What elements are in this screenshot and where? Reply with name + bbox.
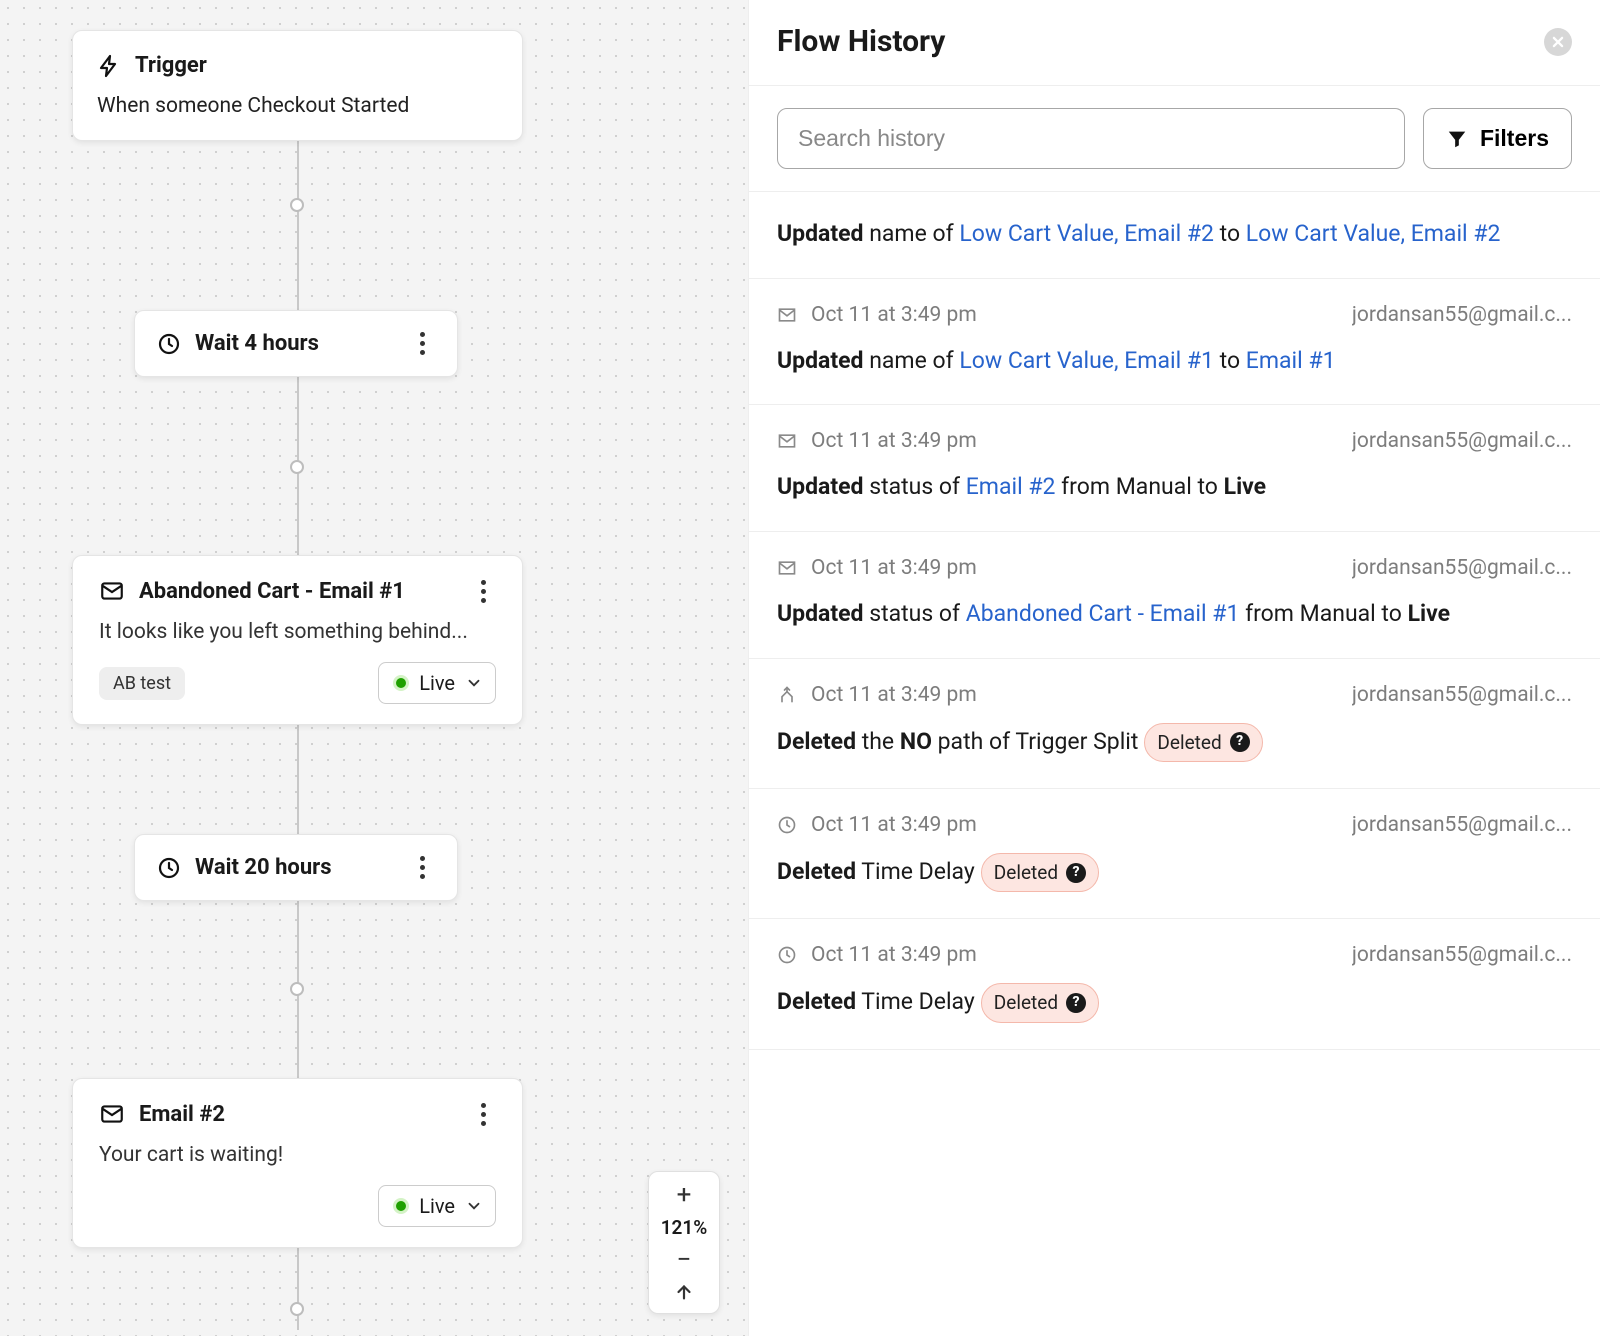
wait-label: Wait 20 hours [195, 855, 332, 880]
history-timestamp: Oct 11 at 3:49 pm [811, 943, 977, 967]
chevron-down-icon [465, 674, 483, 692]
history-item[interactable]: Oct 11 at 3:49 pm jordansan55@gmail.c... D… [749, 659, 1600, 789]
history-text: Updated status of Email #2 from Manual t… [777, 469, 1572, 505]
history-link[interactable]: Low Cart Value, Email #2 [1246, 220, 1501, 247]
history-text: Updated status of Abandoned Cart - Email… [777, 596, 1572, 632]
wait-card[interactable]: Wait 20 hours [134, 834, 458, 901]
email-title: Email #2 [139, 1102, 225, 1127]
status-dropdown[interactable]: Live [378, 1185, 496, 1227]
status-dropdown[interactable]: Live [378, 662, 496, 704]
history-timestamp: Oct 11 at 3:49 pm [811, 683, 977, 707]
email-title: Abandoned Cart - Email #1 [139, 579, 405, 604]
history-link[interactable]: Low Cart Value, Email #2 [959, 220, 1214, 247]
close-button[interactable] [1544, 28, 1572, 56]
mail-icon [99, 578, 125, 604]
status-label: Live [419, 1194, 455, 1218]
connector-dot [290, 460, 304, 474]
filters-button[interactable]: Filters [1423, 108, 1572, 169]
help-icon[interactable]: ? [1230, 732, 1250, 752]
history-text: Updated name of Low Cart Value, Email #1… [777, 343, 1572, 379]
wait-card[interactable]: Wait 4 hours [134, 310, 458, 377]
history-meta: Oct 11 at 3:49 pm jordansan55@gmail.c... [777, 429, 1572, 453]
history-user: jordansan55@gmail.c... [1352, 556, 1572, 580]
more-menu-button[interactable] [470, 1103, 496, 1126]
mail-icon [777, 558, 797, 578]
history-item[interactable]: Oct 11 at 3:49 pm jordansan55@gmail.c... U… [749, 405, 1600, 532]
email-card[interactable]: Email #2 Your cart is waiting! Live [72, 1078, 523, 1248]
mail-icon [777, 431, 797, 451]
history-user: jordansan55@gmail.c... [1352, 943, 1572, 967]
history-link[interactable]: Email #1 [1246, 347, 1336, 374]
zoom-out-button[interactable]: − [677, 1247, 692, 1273]
history-link[interactable]: Abandoned Cart - Email #1 [966, 600, 1240, 627]
deleted-badge: Deleted? [981, 983, 1099, 1022]
connector-dot [290, 982, 304, 996]
live-indicator-icon [393, 1198, 409, 1214]
history-item[interactable]: Oct 11 at 3:49 pm jordansan55@gmail.c... D… [749, 789, 1600, 919]
history-timestamp: Oct 11 at 3:49 pm [811, 813, 977, 837]
filters-label: Filters [1480, 125, 1549, 152]
history-item[interactable]: Oct 11 at 3:49 pm jordansan55@gmail.c... U… [749, 532, 1600, 659]
trigger-title: Trigger [135, 53, 207, 78]
clock-icon [777, 815, 797, 835]
history-meta: Oct 11 at 3:49 pm jordansan55@gmail.c... [777, 943, 1572, 967]
history-user: jordansan55@gmail.c... [1352, 683, 1572, 707]
email-preview: Your cart is waiting! [99, 1143, 496, 1167]
connector-dot [290, 198, 304, 212]
history-item[interactable]: Updated name of Low Cart Value, Email #2… [749, 192, 1600, 279]
clock-icon [157, 332, 181, 356]
flow-canvas[interactable]: Trigger When someone Checkout Started Wa… [0, 0, 748, 1336]
history-text: Deleted Time DelayDeleted? [777, 983, 1572, 1022]
email-card[interactable]: Abandoned Cart - Email #1 It looks like … [72, 555, 523, 725]
more-menu-button[interactable] [470, 580, 496, 603]
search-input[interactable] [777, 108, 1405, 169]
history-list[interactable]: Updated name of Low Cart Value, Email #2… [749, 192, 1600, 1336]
zoom-in-button[interactable]: + [677, 1182, 692, 1208]
bolt-icon [97, 54, 121, 78]
history-timestamp: Oct 11 at 3:49 pm [811, 429, 977, 453]
history-text: Updated name of Low Cart Value, Email #2… [777, 216, 1572, 252]
reset-view-button[interactable] [673, 1281, 695, 1303]
trigger-description: When someone Checkout Started [97, 94, 498, 118]
history-link[interactable]: Low Cart Value, Email #1 [959, 347, 1214, 374]
history-meta: Oct 11 at 3:49 pm jordansan55@gmail.c... [777, 556, 1572, 580]
help-icon[interactable]: ? [1066, 863, 1086, 883]
zoom-controls: + 121% − [648, 1171, 720, 1314]
history-meta: Oct 11 at 3:49 pm jordansan55@gmail.c... [777, 303, 1572, 327]
more-menu-button[interactable] [409, 856, 435, 879]
split-icon [777, 685, 797, 705]
history-timestamp: Oct 11 at 3:49 pm [811, 303, 977, 327]
status-label: Live [419, 671, 455, 695]
deleted-badge: Deleted? [1144, 723, 1262, 762]
ab-test-badge: AB test [99, 667, 185, 700]
panel-title: Flow History [777, 24, 945, 59]
history-user: jordansan55@gmail.c... [1352, 303, 1572, 327]
trigger-card[interactable]: Trigger When someone Checkout Started [72, 30, 523, 141]
history-text: Deleted Time DelayDeleted? [777, 853, 1572, 892]
email-preview: It looks like you left something behind.… [99, 620, 496, 644]
history-meta: Oct 11 at 3:49 pm jordansan55@gmail.c... [777, 813, 1572, 837]
wait-label: Wait 4 hours [195, 331, 319, 356]
clock-icon [777, 945, 797, 965]
zoom-level: 121% [661, 1216, 708, 1239]
connector-dot [290, 1302, 304, 1316]
history-meta: Oct 11 at 3:49 pm jordansan55@gmail.c... [777, 683, 1572, 707]
more-menu-button[interactable] [409, 332, 435, 355]
mail-icon [777, 305, 797, 325]
help-icon[interactable]: ? [1066, 993, 1086, 1013]
flow-history-panel: Flow History Filters Updated name of Low… [748, 0, 1600, 1336]
chevron-down-icon [465, 1197, 483, 1215]
live-indicator-icon [393, 675, 409, 691]
clock-icon [157, 856, 181, 880]
history-item[interactable]: Oct 11 at 3:49 pm jordansan55@gmail.c... D… [749, 919, 1600, 1049]
history-text: Deleted the NO path of Trigger SplitDele… [777, 723, 1572, 762]
history-link[interactable]: Email #2 [966, 473, 1056, 500]
history-user: jordansan55@gmail.c... [1352, 429, 1572, 453]
filter-icon [1446, 128, 1468, 150]
history-user: jordansan55@gmail.c... [1352, 813, 1572, 837]
mail-icon [99, 1101, 125, 1127]
deleted-badge: Deleted? [981, 853, 1099, 892]
history-timestamp: Oct 11 at 3:49 pm [811, 556, 977, 580]
history-item[interactable]: Oct 11 at 3:49 pm jordansan55@gmail.c... U… [749, 279, 1600, 406]
